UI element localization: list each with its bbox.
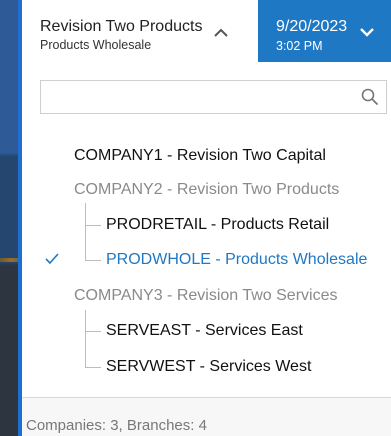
tree-company-company3[interactable]: COMPANY3 - Revision Two Services bbox=[74, 287, 337, 305]
search-box bbox=[40, 80, 387, 114]
panel-footer: Companies: 3, Branches: 4 bbox=[22, 398, 391, 436]
tree-branch-prodwhole[interactable]: PRODWHOLE - Products Wholesale bbox=[106, 251, 367, 269]
search-input[interactable] bbox=[41, 81, 356, 113]
business-date: 9/20/2023 bbox=[276, 18, 348, 35]
tree-connector-company2 bbox=[85, 203, 86, 260]
tree-connector-prodretail bbox=[85, 225, 101, 226]
footer-summary: Companies: 3, Branches: 4 bbox=[26, 417, 207, 434]
business-time: 3:02 PM bbox=[276, 39, 323, 53]
search-icon[interactable] bbox=[360, 87, 380, 107]
tree-branch-servwest[interactable]: SERVWEST - Services West bbox=[106, 358, 311, 376]
tree-connector-prodwhole bbox=[85, 260, 101, 261]
tree-company-company2[interactable]: COMPANY2 - Revision Two Products bbox=[74, 181, 339, 199]
tree-company-company1[interactable]: COMPANY1 - Revision Two Capital bbox=[74, 147, 326, 165]
current-company-name: Revision Two Products bbox=[40, 18, 203, 35]
tree-connector-servwest bbox=[85, 367, 101, 368]
company-selector-button[interactable]: Revision Two Products Products Wholesale bbox=[22, 0, 258, 62]
business-date-selector-button[interactable]: 9/20/2023 3:02 PM bbox=[258, 0, 391, 62]
background-app bbox=[0, 0, 22, 436]
current-branch-name: Products Wholesale bbox=[40, 38, 152, 52]
checkmark-icon bbox=[45, 253, 59, 265]
tree-connector-company3 bbox=[85, 310, 86, 367]
chevron-down-icon[interactable] bbox=[358, 25, 376, 39]
panel-header: Revision Two Products Products Wholesale… bbox=[22, 0, 391, 62]
chevron-up-icon[interactable] bbox=[212, 26, 230, 40]
tree-connector-serveast bbox=[85, 331, 101, 332]
branch-selector-panel: Revision Two Products Products Wholesale… bbox=[22, 0, 391, 436]
tree-branch-serveast[interactable]: SERVEAST - Services East bbox=[106, 322, 303, 340]
tree-branch-prodretail[interactable]: PRODRETAIL - Products Retail bbox=[106, 216, 329, 234]
